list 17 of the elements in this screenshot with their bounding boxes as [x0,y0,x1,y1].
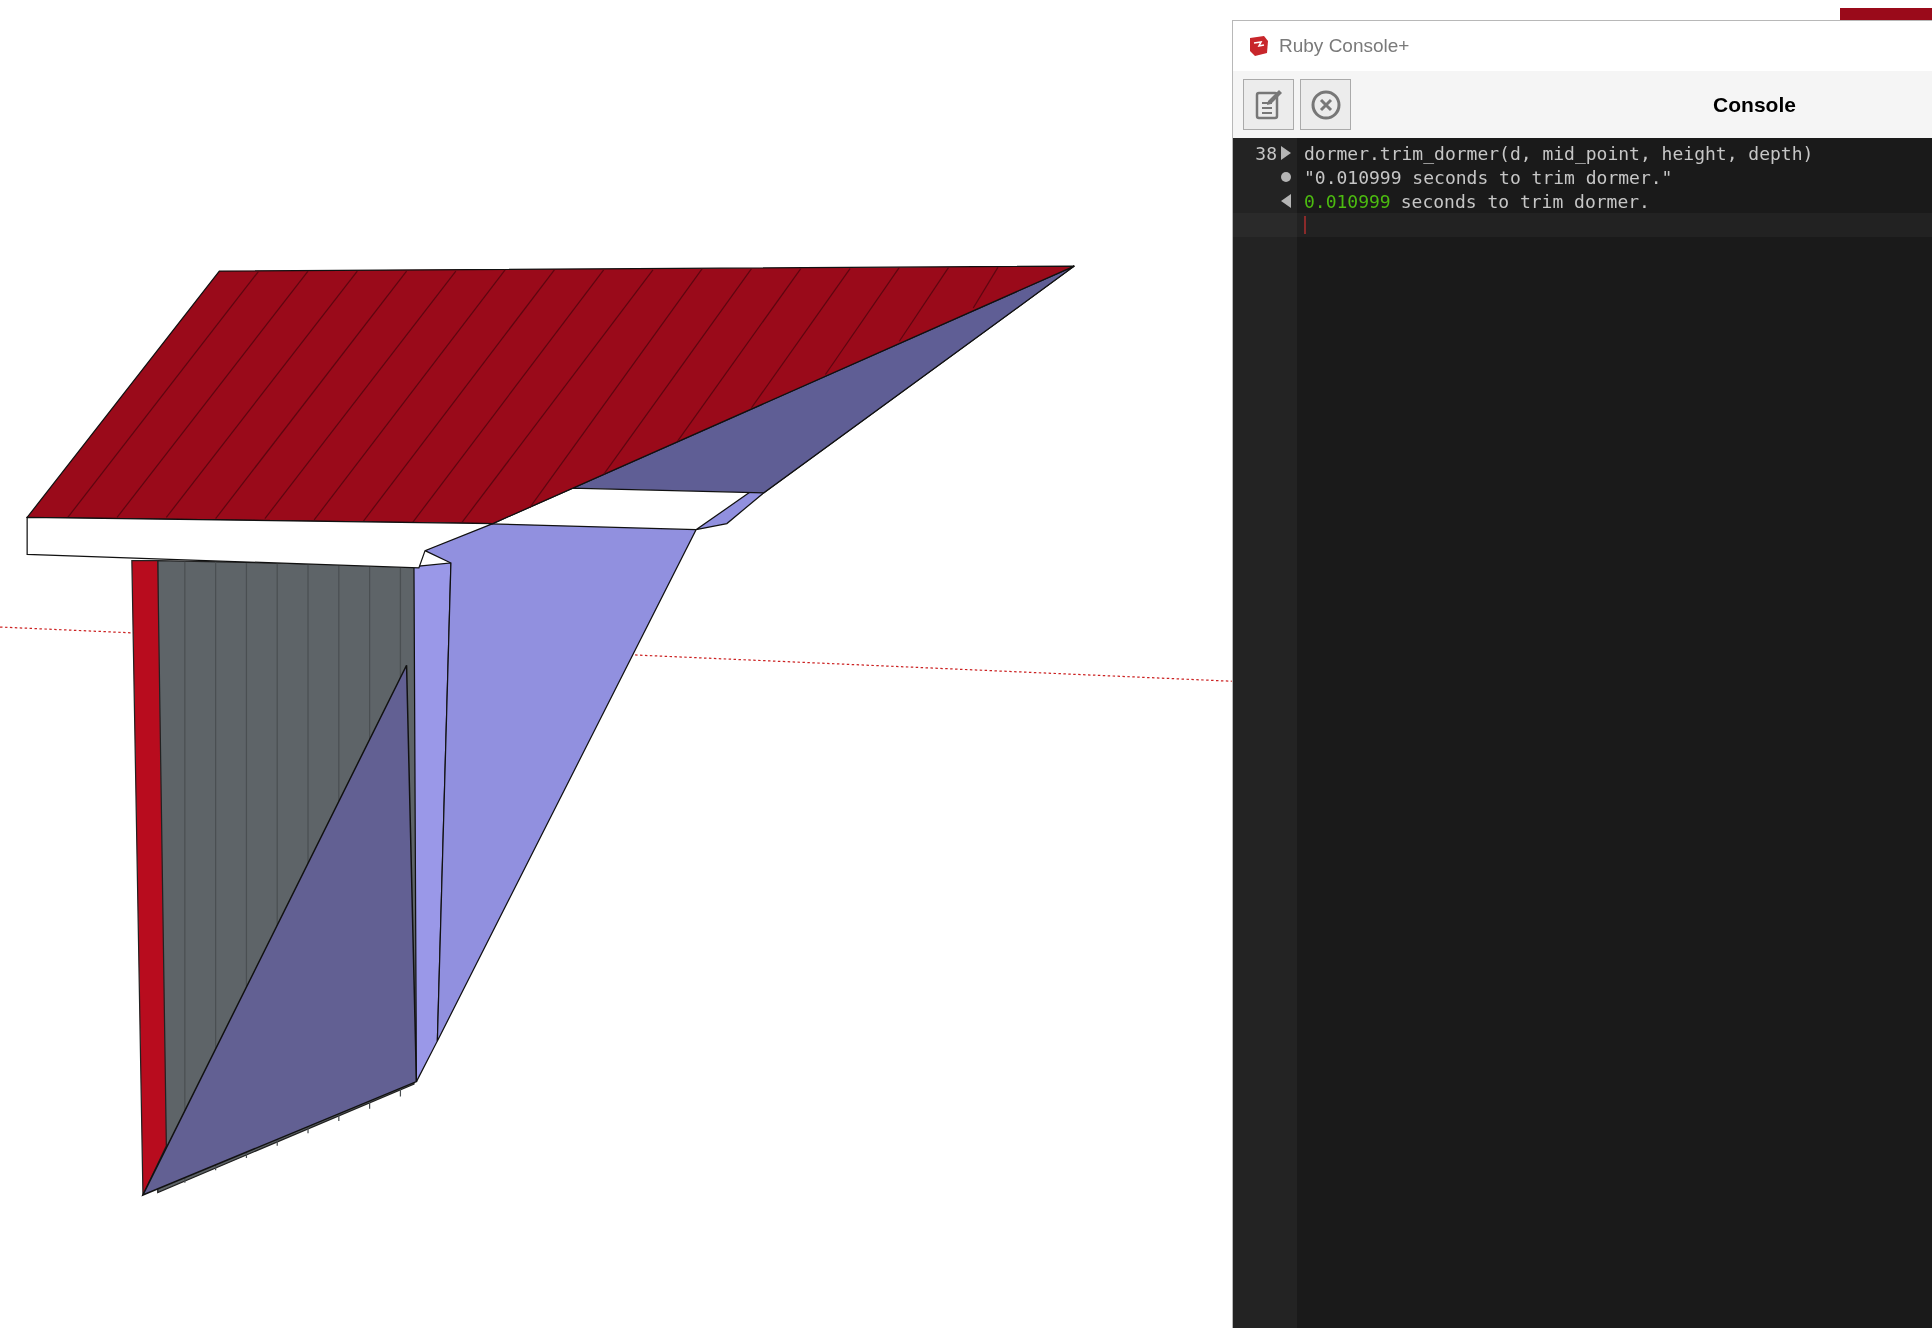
document-edit-icon [1253,88,1284,121]
output-text: seconds to trim dormer. [1400,189,1650,214]
text-cursor [1304,216,1306,234]
input-field[interactable] [1297,213,1932,237]
run-marker-icon [1281,146,1291,160]
result-value: 0.010999 [1304,189,1391,214]
app-logo-icon [1247,34,1271,58]
edit-document-button[interactable] [1243,79,1294,130]
code-line: dormer.trim_dormer(d, mid_point, height, depth) [1304,141,1814,166]
line-number: 38 [1255,141,1277,166]
close-circle-icon [1309,88,1342,121]
output-dot-icon [1281,172,1291,182]
output-text: "0.010999 seconds to trim dormer." [1304,165,1673,190]
result-marker-icon [1281,194,1291,208]
window-title: Ruby Console+ [1279,33,1410,58]
clear-button[interactable] [1300,79,1351,130]
panel-heading: Console [1713,91,1796,118]
